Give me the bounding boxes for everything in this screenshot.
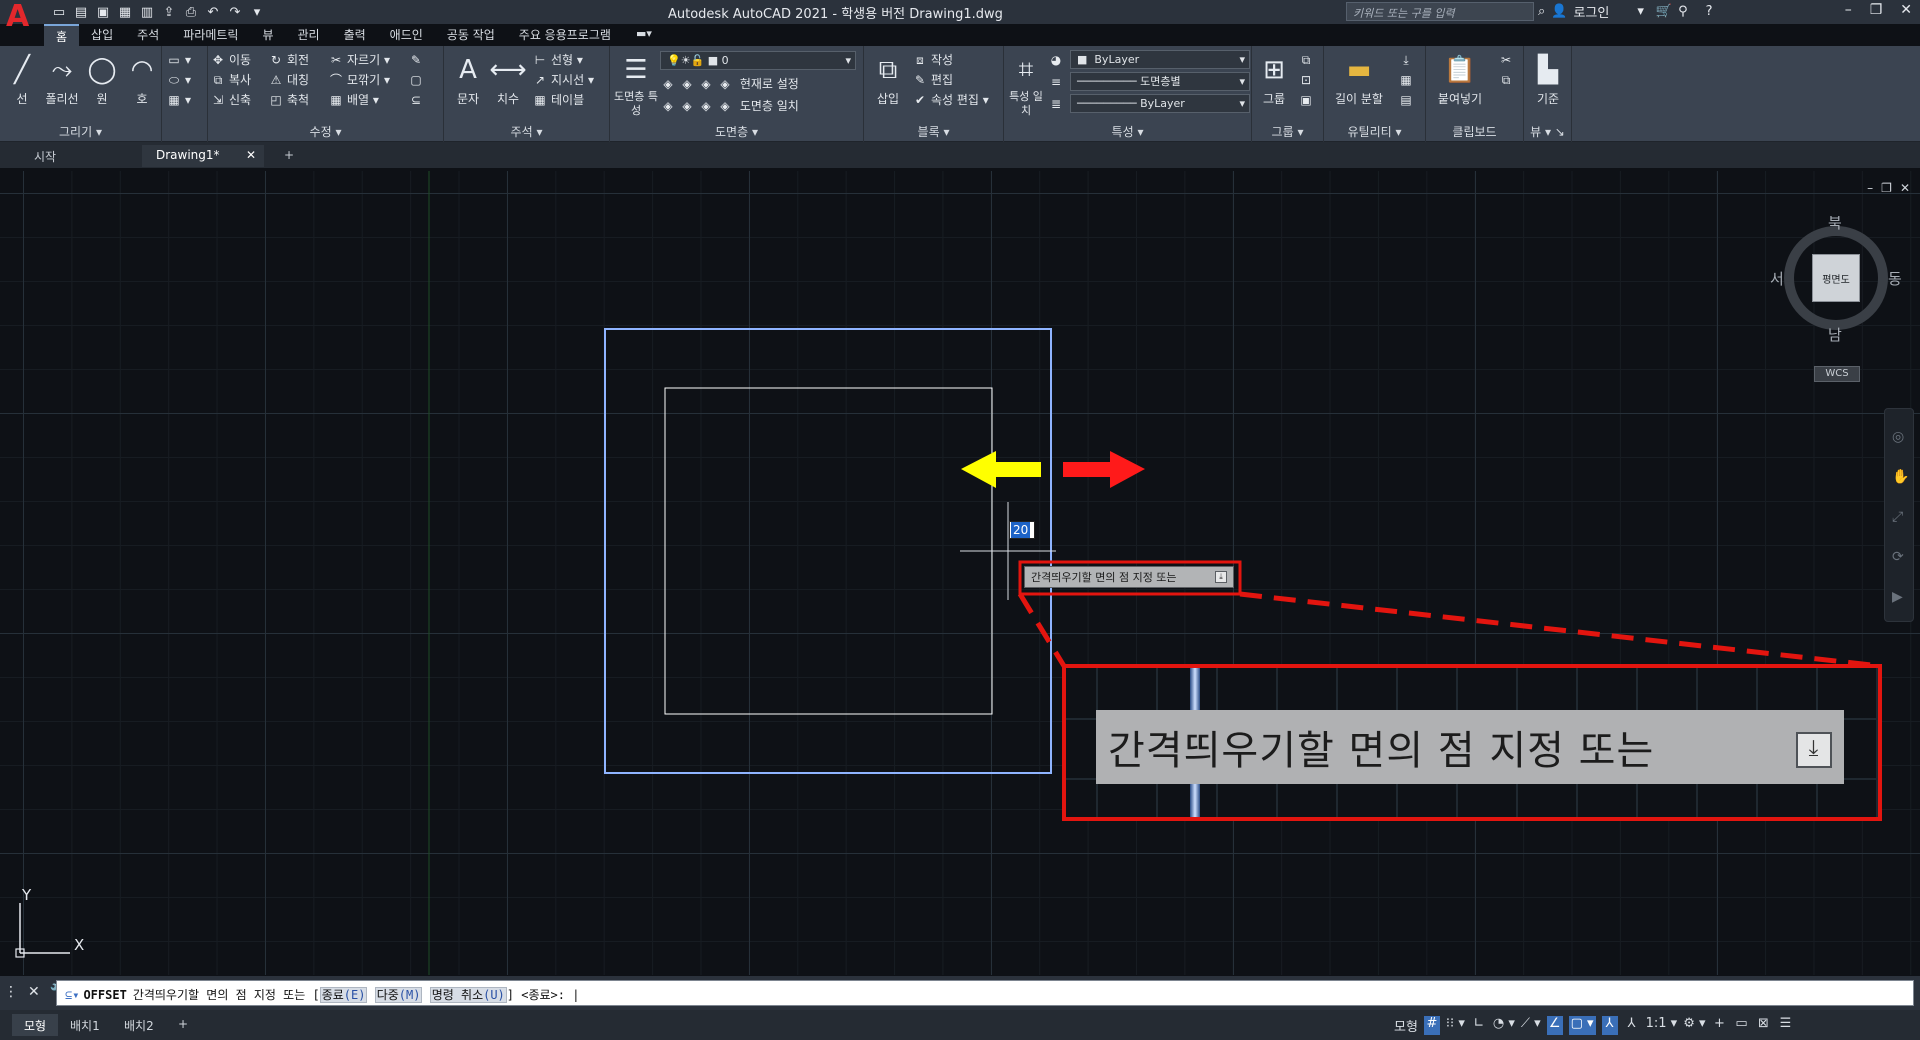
ortho-icon[interactable]: ∟ (1471, 1016, 1487, 1035)
ucs-x-label: X (74, 936, 85, 954)
option-multiple[interactable]: 다중(M) (374, 987, 423, 1003)
status-tools: 모형 # ⁝⁝ ▾ ∟ ◔ ▾ ⟋ ▾ ∠ ▢ ▾ ⅄ ⅄ 1:1 ▾ ⚙ ▾ … (1394, 1016, 1794, 1035)
compass-west[interactable]: 서 (1770, 268, 1784, 289)
drawing-geometry (15, 171, 1881, 975)
wcs-menu[interactable]: WCS (1814, 366, 1860, 382)
tab-model[interactable]: 모형 (12, 1014, 59, 1036)
command-name: OFFSET (83, 988, 127, 1002)
dynamic-prompt-tooltip: 간격띄우기할 면의 점 지정 또는 ⤓ (1024, 566, 1234, 588)
callout-options-icon: ⤓ (1796, 732, 1832, 768)
zoom-icon[interactable]: ⤢ (1892, 509, 1903, 525)
annotation-scale[interactable]: 1:1 ▾ (1646, 1016, 1678, 1035)
inner-rectangle (664, 387, 993, 715)
orbit-icon[interactable]: ⟳ (1892, 549, 1904, 565)
command-line: ⋮ ✕ 🔧 ⊆▾OFFSET간격띄우기할 면의 점 지정 또는 [종료(E) 다… (0, 976, 1920, 1010)
annotation-visibility-icon[interactable]: ⅄ (1601, 1016, 1618, 1035)
customization-menu-icon[interactable]: ☰ (1778, 1016, 1794, 1035)
model-space-label[interactable]: 모형 (1394, 1016, 1418, 1035)
callout-tooltip-enlarged: 간격띄우기할 면의 점 지정 또는 ⤓ (1096, 710, 1844, 784)
pan-icon[interactable]: ✋ (1892, 469, 1909, 485)
tab-layout2[interactable]: 배치2 (112, 1014, 166, 1036)
steering-wheel-icon[interactable]: ◎ (1892, 429, 1904, 445)
view-cube-top-face[interactable]: 평면도 (1812, 254, 1860, 302)
object-snap-icon[interactable]: ▢ ▾ (1568, 1016, 1596, 1035)
callout-connector-right (1239, 591, 1881, 669)
status-bar: 모형 배치1 배치2 + 모형 # ⁝⁝ ▾ ∟ ◔ ▾ ⟋ ▾ ∠ ▢ ▾ ⅄… (0, 1010, 1920, 1040)
grid-icon[interactable]: # (1423, 1016, 1440, 1035)
isolate-objects-icon[interactable]: ⊠ (1756, 1016, 1772, 1035)
object-snap-tracking-icon[interactable]: ∠ (1546, 1016, 1563, 1035)
red-right-arrow (1063, 451, 1145, 488)
command-line-grip-icon[interactable]: ⋮ (4, 984, 18, 1000)
navigation-bar[interactable]: ◎ ✋ ⤢ ⟳ ▶ (1884, 408, 1914, 622)
zoom-callout: 간격띄우기할 면의 점 지정 또는 ⤓ (1062, 664, 1882, 821)
units-icon[interactable]: ▭ (1734, 1016, 1750, 1035)
option-undo[interactable]: 명령 취소(U) (429, 987, 507, 1003)
ucs-y-label: Y (22, 886, 32, 904)
command-close-icon[interactable]: ✕ (28, 984, 40, 1000)
command-input[interactable]: ⊆▾ OFFSET 간격띄우기할 면의 점 지정 또는 [종료(E) 다중(M) 명… (56, 980, 1914, 1006)
dynamic-input-value[interactable]: 20 (1009, 521, 1035, 539)
annotation-monitor-icon[interactable]: + (1712, 1016, 1728, 1035)
compass-north[interactable]: 북 (1828, 212, 1842, 233)
command-suffix: ] <종료>: | (506, 988, 580, 1002)
callout-connector-left (1017, 592, 1067, 668)
snap-icon[interactable]: ⁝⁝ ▾ (1446, 1016, 1465, 1035)
command-prompt: 간격띄우기할 면의 점 지정 또는 [ (132, 988, 320, 1002)
isometric-icon[interactable]: ⟋ ▾ (1521, 1016, 1541, 1035)
add-layout-icon[interactable]: + (166, 1014, 200, 1036)
yellow-left-arrow (961, 451, 1041, 488)
auto-scale-icon[interactable]: ⅄ (1624, 1016, 1640, 1035)
compass-east[interactable]: 동 (1888, 268, 1902, 289)
showmotion-icon[interactable]: ▶ (1892, 589, 1903, 605)
workspace-gear-icon[interactable]: ⚙ ▾ (1683, 1016, 1705, 1035)
compass-south[interactable]: 남 (1828, 324, 1842, 345)
tab-layout1[interactable]: 배치1 (58, 1014, 112, 1036)
polar-icon[interactable]: ◔ ▾ (1493, 1016, 1515, 1035)
tooltip-options-icon[interactable]: ⤓ (1215, 571, 1227, 583)
view-cube[interactable]: 평면도 북 남 동 서 (1770, 214, 1902, 344)
ucs-icon (15, 903, 70, 958)
option-exit[interactable]: 종료(E) (319, 987, 368, 1003)
offset-command-icon[interactable]: ⊆▾ (65, 988, 79, 1002)
